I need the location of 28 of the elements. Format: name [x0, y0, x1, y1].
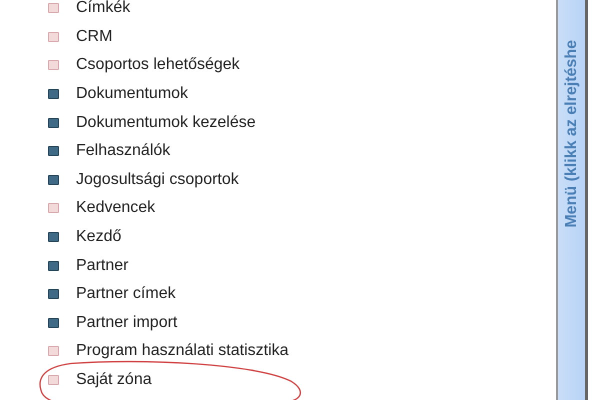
module-icon — [48, 118, 59, 128]
module-icon — [48, 232, 59, 242]
menu-item[interactable]: Partner import — [76, 314, 178, 332]
menu-item[interactable]: Partner — [76, 256, 128, 275]
module-icon — [48, 146, 59, 156]
module-icon — [48, 174, 59, 185]
module-icon — [48, 203, 59, 214]
module-icon — [48, 375, 59, 386]
menu-item[interactable]: Dokumentumok — [76, 85, 188, 104]
menu-item[interactable]: Dokumentumok kezelése — [76, 114, 256, 132]
menu-item[interactable]: Kedvencek — [76, 199, 156, 218]
menu-item[interactable]: Jogosultsági csoportok — [76, 170, 239, 189]
module-icon — [48, 260, 59, 271]
menu-item[interactable]: Felhasználók — [76, 142, 170, 160]
module-icon — [48, 3, 59, 14]
menu-item[interactable]: Kezdő — [76, 228, 122, 246]
menu-item[interactable]: Címkék — [76, 0, 130, 18]
module-icon — [48, 318, 59, 328]
module-icon — [48, 289, 59, 300]
menu-item[interactable]: Saját zóna — [76, 371, 152, 390]
module-icon — [48, 32, 59, 42]
module-icon — [48, 89, 59, 100]
menu-item[interactable]: Csoportos lehetőségek — [76, 56, 240, 74]
menu-item[interactable]: CRM — [76, 28, 112, 46]
menu-item[interactable]: Partner címek — [76, 285, 176, 304]
module-icon — [48, 346, 59, 356]
menu-item[interactable]: Program használati statisztika — [76, 342, 289, 360]
module-icon — [48, 60, 59, 70]
